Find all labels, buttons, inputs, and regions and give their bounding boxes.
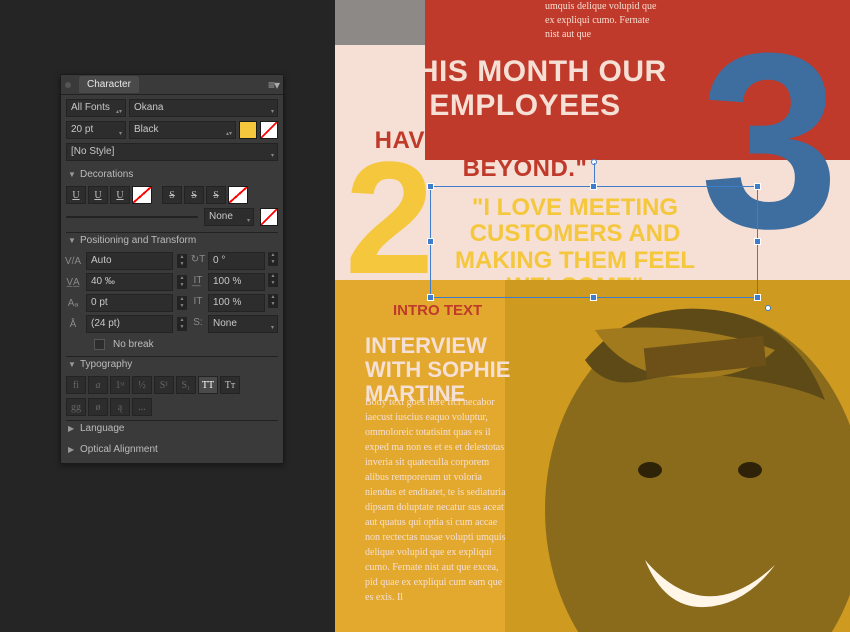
ligatures-button[interactable]: fi bbox=[66, 376, 86, 394]
body-text: Body text goes here fici necabor iaecust… bbox=[365, 395, 510, 605]
character-panel: Character ≡▾ All Fonts▴▾ Okana▾ 20 pt▾ B… bbox=[60, 74, 284, 464]
nobreak-checkbox[interactable] bbox=[94, 339, 105, 350]
handle-nw[interactable] bbox=[427, 183, 434, 190]
textflow-handle-icon[interactable] bbox=[765, 305, 771, 311]
strike-single-button[interactable]: S bbox=[162, 186, 182, 204]
handle-s[interactable] bbox=[590, 294, 597, 301]
hscale-icon: I͟T bbox=[191, 273, 205, 287]
subscript-button[interactable]: S₁ bbox=[176, 376, 196, 394]
baseline-stepper[interactable]: ▲▼ bbox=[177, 296, 187, 310]
panel-title: Character bbox=[79, 76, 139, 93]
tracking-icon: V̲A̲ bbox=[66, 275, 80, 289]
character-style-select[interactable]: [No Style]▾ bbox=[66, 143, 278, 161]
optical-alignment-header[interactable]: ▶Optical Alignment bbox=[66, 440, 278, 457]
handle-se[interactable] bbox=[754, 294, 761, 301]
vscale-stepper[interactable]: ▲▼ bbox=[268, 294, 278, 312]
underline-single-button[interactable]: U bbox=[66, 186, 86, 204]
handle-sw[interactable] bbox=[427, 294, 434, 301]
positioning-header[interactable]: ▼Positioning and Transform bbox=[66, 232, 278, 248]
stroke-style-select[interactable]: None▾ bbox=[204, 208, 254, 226]
rotation-icon: ↻T bbox=[191, 252, 205, 266]
leading-input[interactable]: (24 pt) bbox=[86, 315, 173, 333]
alternates-button[interactable]: a bbox=[88, 376, 108, 394]
intro-label: INTRO TEXT bbox=[393, 302, 482, 319]
hscale-input[interactable]: 100 % bbox=[208, 273, 265, 291]
shear-select[interactable]: None▾ bbox=[208, 315, 278, 333]
language-header[interactable]: ▶Language bbox=[66, 420, 278, 436]
panel-close-icon[interactable] bbox=[65, 82, 71, 88]
nobreak-label: No break bbox=[113, 339, 154, 350]
fractions-button[interactable]: ½ bbox=[132, 376, 152, 394]
strike-color-swatch[interactable] bbox=[228, 186, 248, 204]
font-collection-select[interactable]: All Fonts▴▾ bbox=[66, 99, 126, 117]
red-body-text: umquis delique volupid que ex expliqui c… bbox=[545, 0, 665, 42]
handle-ne[interactable] bbox=[754, 183, 761, 190]
font-weight-select[interactable]: Black▴▾ bbox=[129, 121, 236, 139]
typography-more-button[interactable]: ... bbox=[132, 398, 152, 416]
document-canvas[interactable]: umquis delique volupid que ex expliqui c… bbox=[335, 0, 850, 632]
kerning-stepper[interactable]: ▲▼ bbox=[177, 254, 187, 268]
underline-color-swatch[interactable] bbox=[132, 186, 152, 204]
tracking-stepper[interactable]: ▲▼ bbox=[177, 275, 187, 289]
hscale-stepper[interactable]: ▲▼ bbox=[268, 273, 278, 291]
decoration-weight-slider[interactable] bbox=[66, 216, 198, 218]
bg-color-swatch[interactable] bbox=[260, 121, 278, 139]
slashed-zero-button[interactable]: ø bbox=[88, 398, 108, 416]
rotation-stepper[interactable]: ▲▼ bbox=[268, 252, 278, 270]
vscale-icon: IT bbox=[191, 294, 205, 308]
superscript-button[interactable]: S¹ bbox=[154, 376, 174, 394]
shear-icon: S: bbox=[191, 315, 205, 329]
stylistic-set-button[interactable]: gg bbox=[66, 398, 86, 416]
typography-header[interactable]: ▼Typography bbox=[66, 356, 278, 372]
leading-stepper[interactable]: ▲▼ bbox=[177, 317, 187, 331]
handle-w[interactable] bbox=[427, 238, 434, 245]
tracking-input[interactable]: 40 ‰ bbox=[86, 273, 173, 291]
ordinals-button[interactable]: 1ˢᵗ bbox=[110, 376, 130, 394]
font-family-select[interactable]: Okana▾ bbox=[129, 99, 278, 117]
kerning-input[interactable]: Auto bbox=[86, 252, 173, 270]
underline-wavy-button[interactable]: U bbox=[110, 186, 130, 204]
kerning-icon: V/A bbox=[66, 254, 80, 268]
font-size-select[interactable]: 20 pt▾ bbox=[66, 121, 126, 139]
rotation-input[interactable]: 0 ° bbox=[208, 252, 265, 270]
allcaps-button[interactable]: TT bbox=[198, 376, 218, 394]
panel-menu-icon[interactable]: ≡▾ bbox=[268, 78, 279, 92]
vscale-input[interactable]: 100 % bbox=[208, 294, 265, 312]
large-number-2: 2 bbox=[345, 138, 434, 298]
handle-e[interactable] bbox=[754, 238, 761, 245]
fill-color-swatch[interactable] bbox=[239, 121, 257, 139]
decorations-header[interactable]: ▼Decorations bbox=[66, 165, 278, 182]
baseline-icon: Aₐ bbox=[66, 296, 80, 310]
swash-button[interactable]: ą bbox=[110, 398, 130, 416]
selection-bounding-box[interactable] bbox=[430, 186, 758, 298]
leading-icon: Å bbox=[66, 317, 80, 331]
portrait-image bbox=[505, 280, 850, 632]
stroke-color-swatch[interactable] bbox=[260, 208, 278, 226]
smallcaps-button[interactable]: Tᴛ bbox=[220, 376, 240, 394]
handle-n[interactable] bbox=[590, 183, 597, 190]
baseline-input[interactable]: 0 pt bbox=[86, 294, 173, 312]
panel-header: Character ≡▾ bbox=[61, 75, 283, 95]
strike-double-button[interactable]: S bbox=[184, 186, 204, 204]
underline-double-button[interactable]: U bbox=[88, 186, 108, 204]
strike-cross-button[interactable]: S bbox=[206, 186, 226, 204]
